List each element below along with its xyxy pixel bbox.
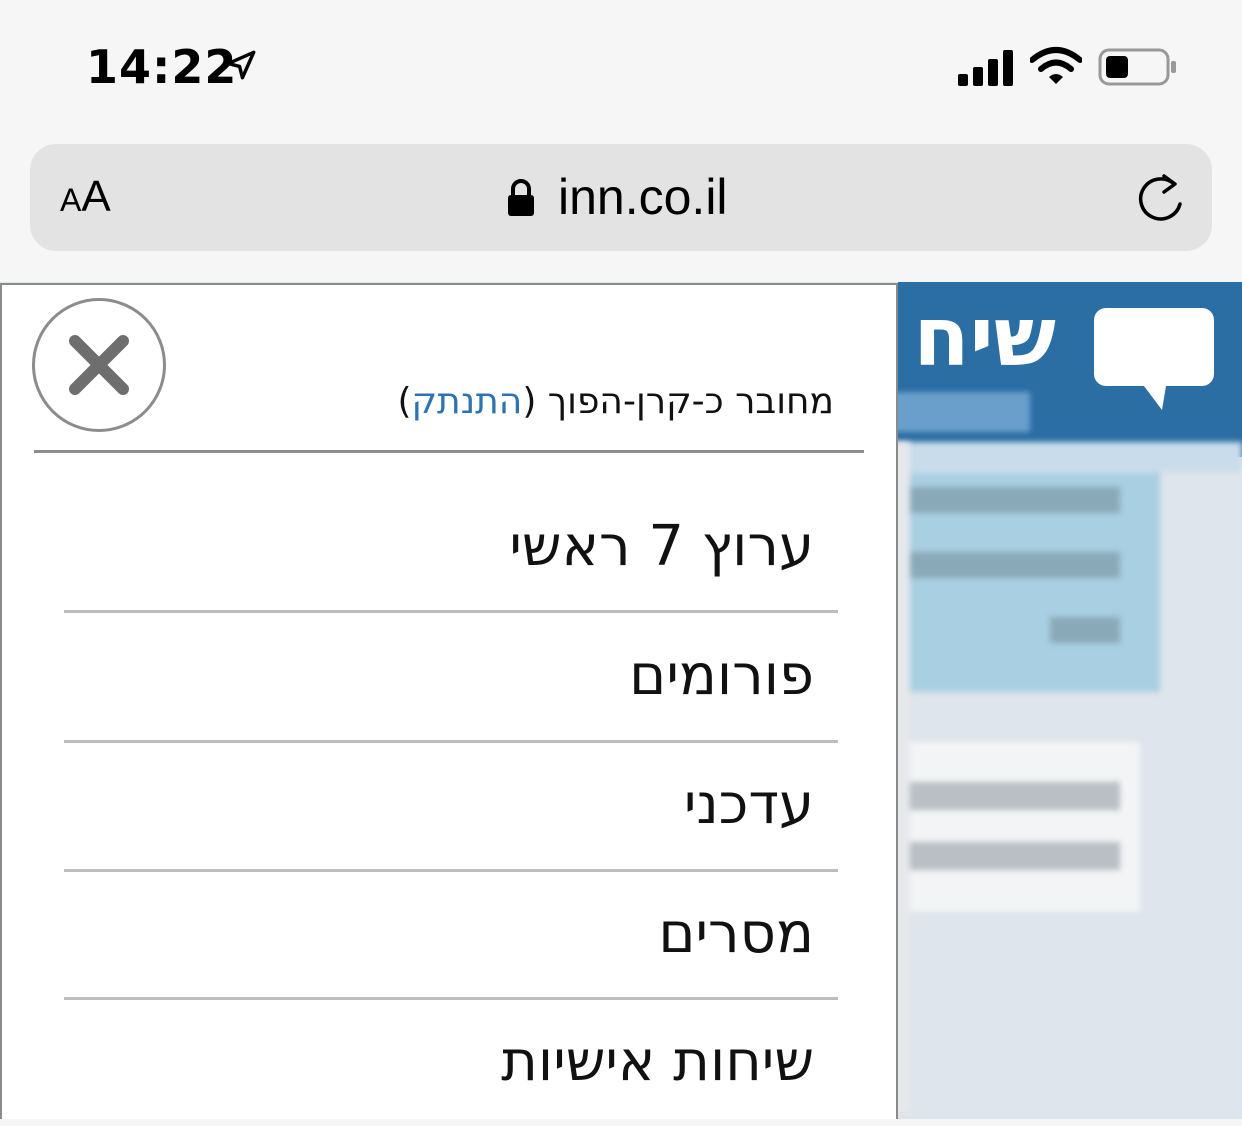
battery-icon <box>1098 48 1176 86</box>
blurred-content <box>900 487 1120 513</box>
site-title: שיח <box>913 290 1056 385</box>
menu-item-label: ערוץ 7 ראשי <box>509 514 814 579</box>
blurred-content <box>890 782 1120 810</box>
close-icon <box>69 335 129 395</box>
logout-link[interactable]: התנתק <box>412 381 523 422</box>
location-arrow-icon <box>226 50 256 80</box>
menu-item-label: עדכני <box>683 772 814 837</box>
menu-item-label: פורומים <box>629 643 814 708</box>
reload-icon[interactable] <box>1134 170 1190 226</box>
close-button[interactable] <box>32 298 166 432</box>
login-status: מחובר כ-קרן-הפוך (התנתק) <box>397 381 834 422</box>
url-field[interactable]: inn.co.il <box>558 168 728 226</box>
blurred-content <box>1050 617 1120 643</box>
wifi-icon <box>1030 47 1082 84</box>
divider <box>34 450 864 453</box>
menu-item-forums[interactable]: פורומים <box>64 612 838 740</box>
menu-item-messages[interactable]: מסרים <box>64 870 838 998</box>
menu-item-private-chats[interactable]: שיחות אישיות <box>64 998 838 1126</box>
cellular-signal-icon <box>958 50 1013 86</box>
blurred-content <box>890 842 1120 870</box>
login-suffix: ) <box>397 381 412 422</box>
blurred-content <box>900 552 1120 578</box>
blurred-content <box>880 742 1140 912</box>
blurred-content <box>890 392 1030 432</box>
text-size-button[interactable]: AA <box>60 172 111 222</box>
menu-item-label: שיחות אישיות <box>501 1029 814 1094</box>
login-prefix: מחובר כ-קרן-הפוך ( <box>522 381 834 422</box>
blurred-content <box>890 442 1242 472</box>
menu-item-recent[interactable]: עדכני <box>64 741 838 869</box>
status-bar: 14:22 <box>0 0 1242 135</box>
side-menu: מחובר כ-קרן-הפוך (התנתק) ערוץ 7 ראשי פור… <box>0 283 898 1119</box>
menu-item-main[interactable]: ערוץ 7 ראשי <box>64 483 838 611</box>
chat-bubble-icon <box>1094 308 1214 410</box>
address-bar[interactable]: AA inn.co.il <box>30 144 1212 251</box>
menu-item-label: מסרים <box>658 901 814 966</box>
status-time: 14:22 <box>86 40 238 94</box>
lock-icon <box>508 179 534 216</box>
